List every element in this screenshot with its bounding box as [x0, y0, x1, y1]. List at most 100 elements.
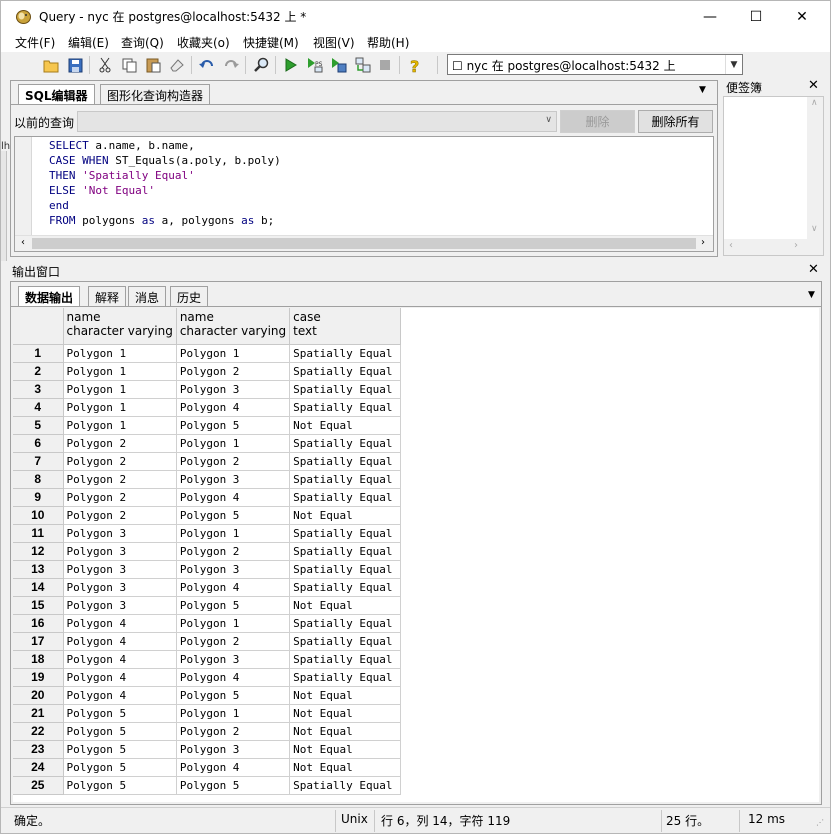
tab-messages[interactable]: 消息: [128, 286, 167, 306]
table-cell[interactable]: Polygon 4: [176, 398, 291, 417]
row-number[interactable]: 4: [13, 398, 64, 417]
table-cell[interactable]: Polygon 1: [63, 398, 177, 417]
menu-query[interactable]: 查询(Q): [121, 34, 164, 51]
menu-view[interactable]: 视图(V): [313, 34, 355, 51]
table-cell[interactable]: Polygon 2: [176, 452, 291, 471]
row-number[interactable]: 25: [13, 776, 64, 795]
row-number[interactable]: 2: [13, 362, 64, 381]
table-row[interactable]: 12 Polygon 3 Polygon 2 Spatially Equal: [13, 542, 402, 561]
table-cell[interactable]: Polygon 4: [176, 578, 291, 597]
table-cell[interactable]: Polygon 5: [176, 776, 291, 795]
table-cell[interactable]: Polygon 1: [63, 362, 177, 381]
table-row[interactable]: 23 Polygon 5 Polygon 3 Not Equal: [13, 740, 402, 759]
table-row[interactable]: 16 Polygon 4 Polygon 1 Spatially Equal: [13, 614, 402, 633]
clear-icon[interactable]: [167, 55, 187, 75]
table-row[interactable]: 22 Polygon 5 Polygon 2 Not Equal: [13, 722, 402, 741]
row-number[interactable]: 15: [13, 596, 64, 615]
paste-icon[interactable]: [143, 55, 163, 75]
row-number[interactable]: 20: [13, 686, 64, 705]
scratch-pad-close-icon[interactable]: ✕: [808, 78, 819, 93]
maximize-button[interactable]: ☐: [733, 1, 779, 32]
table-cell[interactable]: Polygon 3: [176, 740, 291, 759]
column-header[interactable]: case text: [289, 308, 402, 345]
column-header[interactable]: name character varying: [63, 308, 177, 345]
row-number[interactable]: 22: [13, 722, 64, 741]
tab-history[interactable]: 历史: [170, 286, 209, 306]
chevron-down-icon[interactable]: ▼: [725, 55, 742, 74]
minimize-button[interactable]: —: [687, 1, 733, 32]
table-cell[interactable]: Not Equal: [289, 704, 402, 723]
table-row[interactable]: 7 Polygon 2 Polygon 2 Spatially Equal: [13, 452, 402, 471]
table-row[interactable]: 3 Polygon 1 Polygon 3 Spatially Equal: [13, 380, 402, 399]
table-cell[interactable]: Spatially Equal: [289, 578, 402, 597]
scroll-left-icon[interactable]: ‹: [21, 237, 25, 248]
row-number[interactable]: 10: [13, 506, 64, 525]
row-number[interactable]: 18: [13, 650, 64, 669]
table-cell[interactable]: Polygon 2: [63, 470, 177, 489]
row-number[interactable]: 3: [13, 380, 64, 399]
database-selector[interactable]: ☐ nyc 在 postgres@localhost:5432 上 ▼: [447, 54, 743, 75]
table-cell[interactable]: Polygon 5: [63, 758, 177, 777]
table-cell[interactable]: Polygon 2: [63, 452, 177, 471]
row-number[interactable]: 17: [13, 632, 64, 651]
close-button[interactable]: ✕: [779, 1, 825, 32]
menu-favourites[interactable]: 收藏夹(o): [177, 34, 230, 51]
table-cell[interactable]: Spatially Equal: [289, 398, 402, 417]
table-cell[interactable]: Polygon 5: [176, 506, 291, 525]
table-cell[interactable]: Polygon 3: [63, 596, 177, 615]
table-cell[interactable]: Spatially Equal: [289, 632, 402, 651]
execute-icon[interactable]: [281, 55, 301, 75]
table-cell[interactable]: Polygon 5: [63, 740, 177, 759]
previous-queries-select[interactable]: ∨: [77, 111, 557, 132]
table-cell[interactable]: Polygon 5: [176, 686, 291, 705]
table-cell[interactable]: Polygon 4: [176, 488, 291, 507]
table-cell[interactable]: Polygon 4: [63, 614, 177, 633]
menu-file[interactable]: 文件(F): [15, 34, 55, 51]
sql-editor[interactable]: SELECT a.name, b.name, CASE WHEN ST_Equal…: [14, 136, 714, 252]
tab-explain[interactable]: 解释: [88, 286, 127, 306]
table-cell[interactable]: Polygon 1: [176, 704, 291, 723]
table-row[interactable]: 10 Polygon 2 Polygon 5 Not Equal: [13, 506, 402, 525]
output-close-icon[interactable]: ✕: [808, 262, 819, 277]
row-number-header[interactable]: [13, 308, 64, 345]
table-cell[interactable]: Polygon 2: [63, 506, 177, 525]
row-number[interactable]: 5: [13, 416, 64, 435]
row-number[interactable]: 6: [13, 434, 64, 453]
table-cell[interactable]: Polygon 2: [176, 722, 291, 741]
open-icon[interactable]: [41, 55, 61, 75]
table-cell[interactable]: Polygon 4: [176, 758, 291, 777]
pgscript-icon[interactable]: [353, 55, 373, 75]
table-cell[interactable]: Polygon 3: [63, 524, 177, 543]
table-cell[interactable]: Polygon 1: [63, 380, 177, 399]
table-cell[interactable]: Polygon 5: [63, 722, 177, 741]
row-number[interactable]: 24: [13, 758, 64, 777]
scroll-right-icon[interactable]: ›: [701, 237, 705, 248]
table-cell[interactable]: Not Equal: [289, 740, 402, 759]
find-icon[interactable]: [251, 55, 271, 75]
table-row[interactable]: 2 Polygon 1 Polygon 2 Spatially Equal: [13, 362, 402, 381]
table-cell[interactable]: Spatially Equal: [289, 434, 402, 453]
table-cell[interactable]: Polygon 1: [63, 416, 177, 435]
table-row[interactable]: 24 Polygon 5 Polygon 4 Not Equal: [13, 758, 402, 777]
row-number[interactable]: 8: [13, 470, 64, 489]
table-cell[interactable]: Polygon 3: [176, 470, 291, 489]
scratch-pad-textarea[interactable]: ∧ ∨ ‹ ›: [723, 96, 824, 256]
table-cell[interactable]: Polygon 4: [63, 632, 177, 651]
chevron-down-icon[interactable]: ∨: [545, 115, 552, 125]
table-cell[interactable]: Polygon 4: [63, 650, 177, 669]
cut-icon[interactable]: [95, 55, 115, 75]
table-cell[interactable]: Polygon 3: [176, 380, 291, 399]
help-icon[interactable]: ?: [405, 55, 425, 75]
resize-grip-icon[interactable]: ⋰: [816, 818, 824, 827]
table-row[interactable]: 1 Polygon 1 Polygon 1 Spatially Equal: [13, 344, 402, 363]
table-cell[interactable]: Polygon 4: [63, 686, 177, 705]
row-number[interactable]: 23: [13, 740, 64, 759]
table-cell[interactable]: Polygon 3: [63, 560, 177, 579]
sql-code[interactable]: SELECT a.name, b.name, CASE WHEN ST_Equal…: [49, 138, 281, 228]
table-cell[interactable]: Not Equal: [289, 506, 402, 525]
table-row[interactable]: 13 Polygon 3 Polygon 3 Spatially Equal: [13, 560, 402, 579]
row-number[interactable]: 9: [13, 488, 64, 507]
table-cell[interactable]: Spatially Equal: [289, 668, 402, 687]
table-row[interactable]: 8 Polygon 2 Polygon 3 Spatially Equal: [13, 470, 402, 489]
scratch-horizontal-scrollbar[interactable]: ‹ ›: [724, 239, 823, 255]
